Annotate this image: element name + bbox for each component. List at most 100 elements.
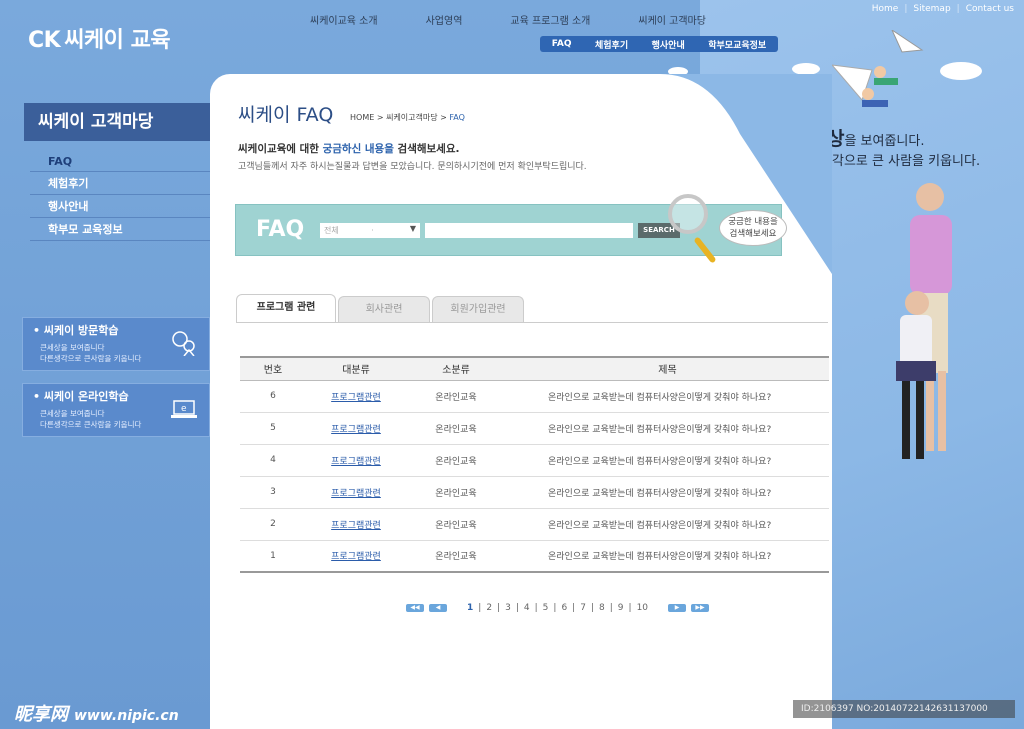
tab-divider [236, 322, 828, 323]
search-label: FAQ [256, 217, 305, 242]
banner-title: • 씨케이 온라인학습 [33, 390, 129, 403]
pagination: ◀◀ ◀ 1 | 2 | 3 | 4 | 5 | 6 | 7 | 8 | 9 |… [406, 603, 710, 613]
page-number[interactable]: 1 [467, 603, 473, 613]
banner-visit-learning[interactable]: • 씨케이 방문학습 큰세상을 보여줍니다 다른생각으로 큰사람을 키웁니다 [22, 317, 210, 371]
row-number: 4 [240, 444, 306, 477]
col-header-subcategory: 소분류 [406, 356, 506, 381]
row-number: 1 [240, 540, 306, 573]
util-sitemap-link[interactable]: Sitemap [913, 4, 950, 14]
sidebar-item-review[interactable]: 체험후기 [30, 172, 210, 195]
row-subcategory: 온라인교육 [406, 444, 506, 477]
global-nav: 씨케이교육 소개 사업영역 교육 프로그램 소개 씨케이 고객마당 [300, 14, 730, 30]
page-number[interactable]: 6 [561, 603, 567, 613]
util-separator: | [956, 4, 960, 14]
page-title: 씨케이 FAQ [238, 104, 334, 126]
util-contact-link[interactable]: Contact us [966, 4, 1014, 14]
table-row: 6 프로그램관련 온라인교육 온라인으로 교육받는데 컴퓨터사양은이떻게 갖춰야… [240, 380, 829, 413]
util-separator: | [904, 4, 908, 14]
sidebar-item-parent-info[interactable]: 학부모 교육정보 [30, 218, 210, 241]
image-id-label: ID:2106397 NO:20140722142631137000 [793, 700, 1015, 718]
search-input[interactable] [425, 223, 633, 238]
row-title[interactable]: 온라인으로 교육받는데 컴퓨터사양은이떻게 갖춰야 하나요? [506, 412, 829, 445]
banner-online-learning[interactable]: • 씨케이 온라인학습 큰세상을 보여줍니다 다른생각으로 큰사람을 키웁니다 … [22, 383, 210, 437]
row-subcategory: 온라인교육 [406, 508, 506, 541]
banner-desc: 큰세상을 보여줍니다 다른생각으로 큰사람을 키웁니다 [40, 343, 142, 363]
row-category-link[interactable]: 프로그램관련 [331, 552, 381, 562]
page-number[interactable]: 9 [618, 603, 624, 613]
utility-links: Home | Sitemap | Contact us [872, 4, 1014, 14]
last-page-icon[interactable]: ▶▶ [691, 604, 710, 612]
gnb-item-programs[interactable]: 교육 프로그램 소개 [486, 14, 614, 30]
tab-membership[interactable]: 회원가입관련 [432, 296, 524, 322]
gnb-item-business[interactable]: 사업영역 [402, 14, 487, 30]
row-title[interactable]: 온라인으로 교육받는데 컴퓨터사양은이떻게 갖춰야 하나요? [506, 508, 829, 541]
subnav-faq[interactable]: FAQ [552, 39, 572, 49]
page-number[interactable]: 3 [505, 603, 511, 613]
paper-plane-illustration [832, 30, 924, 107]
page-number[interactable]: 5 [543, 603, 549, 613]
watermark: 昵享网 www.nipic.cn [14, 704, 179, 725]
svg-text:e: e [181, 404, 187, 414]
faq-table: 번호 대분류 소분류 제목 6 프로그램관련 온라인교육 온라인으로 교육받는데… [240, 356, 829, 573]
sidebar-item-events[interactable]: 행사안내 [30, 195, 210, 218]
row-category-link[interactable]: 프로그램관련 [331, 393, 381, 403]
breadcrumb-home[interactable]: HOME [350, 113, 374, 122]
chevron-down-icon: ▼ [409, 224, 416, 233]
row-number: 5 [240, 412, 306, 445]
sidebar-item-faq[interactable]: FAQ [30, 152, 210, 172]
table-row: 1 프로그램관련 온라인교육 온라인으로 교육받는데 컴퓨터사양은이떻게 갖춰야… [240, 540, 829, 573]
row-number: 2 [240, 508, 306, 541]
page-number[interactable]: 8 [599, 603, 605, 613]
banner-title: • 씨케이 방문학습 [33, 324, 119, 337]
sub-nav-bar: FAQ 체험후기 행사안내 학부모교육정보 [540, 36, 778, 52]
laptop-icon: e [171, 400, 197, 418]
row-category-link[interactable]: 프로그램관련 [331, 489, 381, 499]
breadcrumb-current: FAQ [449, 113, 465, 122]
page-number[interactable]: 2 [486, 603, 492, 613]
magnifier-icon [668, 194, 708, 234]
next-page-icon[interactable]: ▶ [668, 604, 687, 612]
page-number[interactable]: 10 [637, 603, 648, 613]
util-home-link[interactable]: Home [872, 4, 899, 14]
row-category-link[interactable]: 프로그램관련 [331, 457, 381, 467]
table-header-row: 번호 대분류 소분류 제목 [240, 356, 829, 381]
row-category-link[interactable]: 프로그램관련 [331, 425, 381, 435]
row-title[interactable]: 온라인으로 교육받는데 컴퓨터사양은이떻게 갖춰야 하나요? [506, 444, 829, 477]
prev-page-icon[interactable]: ◀ [429, 604, 447, 612]
gnb-item-about[interactable]: 씨케이교육 소개 [300, 14, 402, 30]
subnav-review[interactable]: 체험후기 [595, 38, 628, 51]
banner-desc: 큰세상을 보여줍니다 다른생각으로 큰사람을 키웁니다 [40, 409, 142, 429]
table-row: 5 프로그램관련 온라인교육 온라인으로 교육받는데 컴퓨터사양은이떻게 갖춰야… [240, 412, 829, 445]
table-row: 4 프로그램관련 온라인교육 온라인으로 교육받는데 컴퓨터사양은이떻게 갖춰야… [240, 444, 829, 477]
mother-child-photo [896, 183, 952, 459]
sidebar-title: 씨케이 고객마당 [24, 103, 210, 141]
row-category-link[interactable]: 프로그램관련 [331, 521, 381, 531]
row-subcategory: 온라인교육 [406, 412, 506, 445]
row-title[interactable]: 온라인으로 교육받는데 컴퓨터사양은이떻게 갖춰야 하나요? [506, 476, 829, 509]
sidebar-menu: FAQ 체험후기 행사안내 학부모 교육정보 [30, 152, 210, 241]
row-subcategory: 온라인교육 [406, 476, 506, 509]
subnav-events[interactable]: 행사안내 [652, 38, 685, 51]
tab-company[interactable]: 회사관련 [338, 296, 430, 322]
page-number[interactable]: 7 [580, 603, 586, 613]
row-subcategory: 온라인교육 [406, 540, 506, 573]
tab-program[interactable]: 프로그램 관련 [236, 294, 336, 322]
site-logo[interactable]: CK 씨케이 교육 [28, 22, 171, 54]
table-row: 2 프로그램관련 온라인교육 온라인으로 교육받는데 컴퓨터사양은이떻게 갖춰야… [240, 508, 829, 541]
col-header-title: 제목 [506, 356, 829, 381]
row-title[interactable]: 온라인으로 교육받는데 컴퓨터사양은이떻게 갖춰야 하나요? [506, 380, 829, 413]
row-number: 6 [240, 380, 306, 413]
row-number: 3 [240, 476, 306, 509]
page-number[interactable]: 4 [524, 603, 530, 613]
row-title[interactable]: 온라인으로 교육받는데 컴퓨터사양은이떻게 갖춰야 하나요? [506, 540, 829, 573]
row-subcategory: 온라인교육 [406, 380, 506, 413]
category-select[interactable]: 전체 · ▼ [320, 223, 420, 238]
breadcrumb-section[interactable]: 씨케이고객마당 [386, 113, 438, 122]
breadcrumb: HOME > 씨케이고객마당 > FAQ [350, 113, 465, 122]
subnav-parent-info[interactable]: 학부모교육정보 [708, 38, 766, 51]
intro-heading: 씨케이교육에 대한 궁금하신 내용을 검색해보세요. [238, 143, 460, 155]
col-header-category: 대분류 [306, 356, 406, 381]
first-page-icon[interactable]: ◀◀ [406, 604, 424, 612]
gnb-item-customer[interactable]: 씨케이 고객마당 [614, 14, 730, 30]
cloud-decoration [940, 62, 982, 80]
